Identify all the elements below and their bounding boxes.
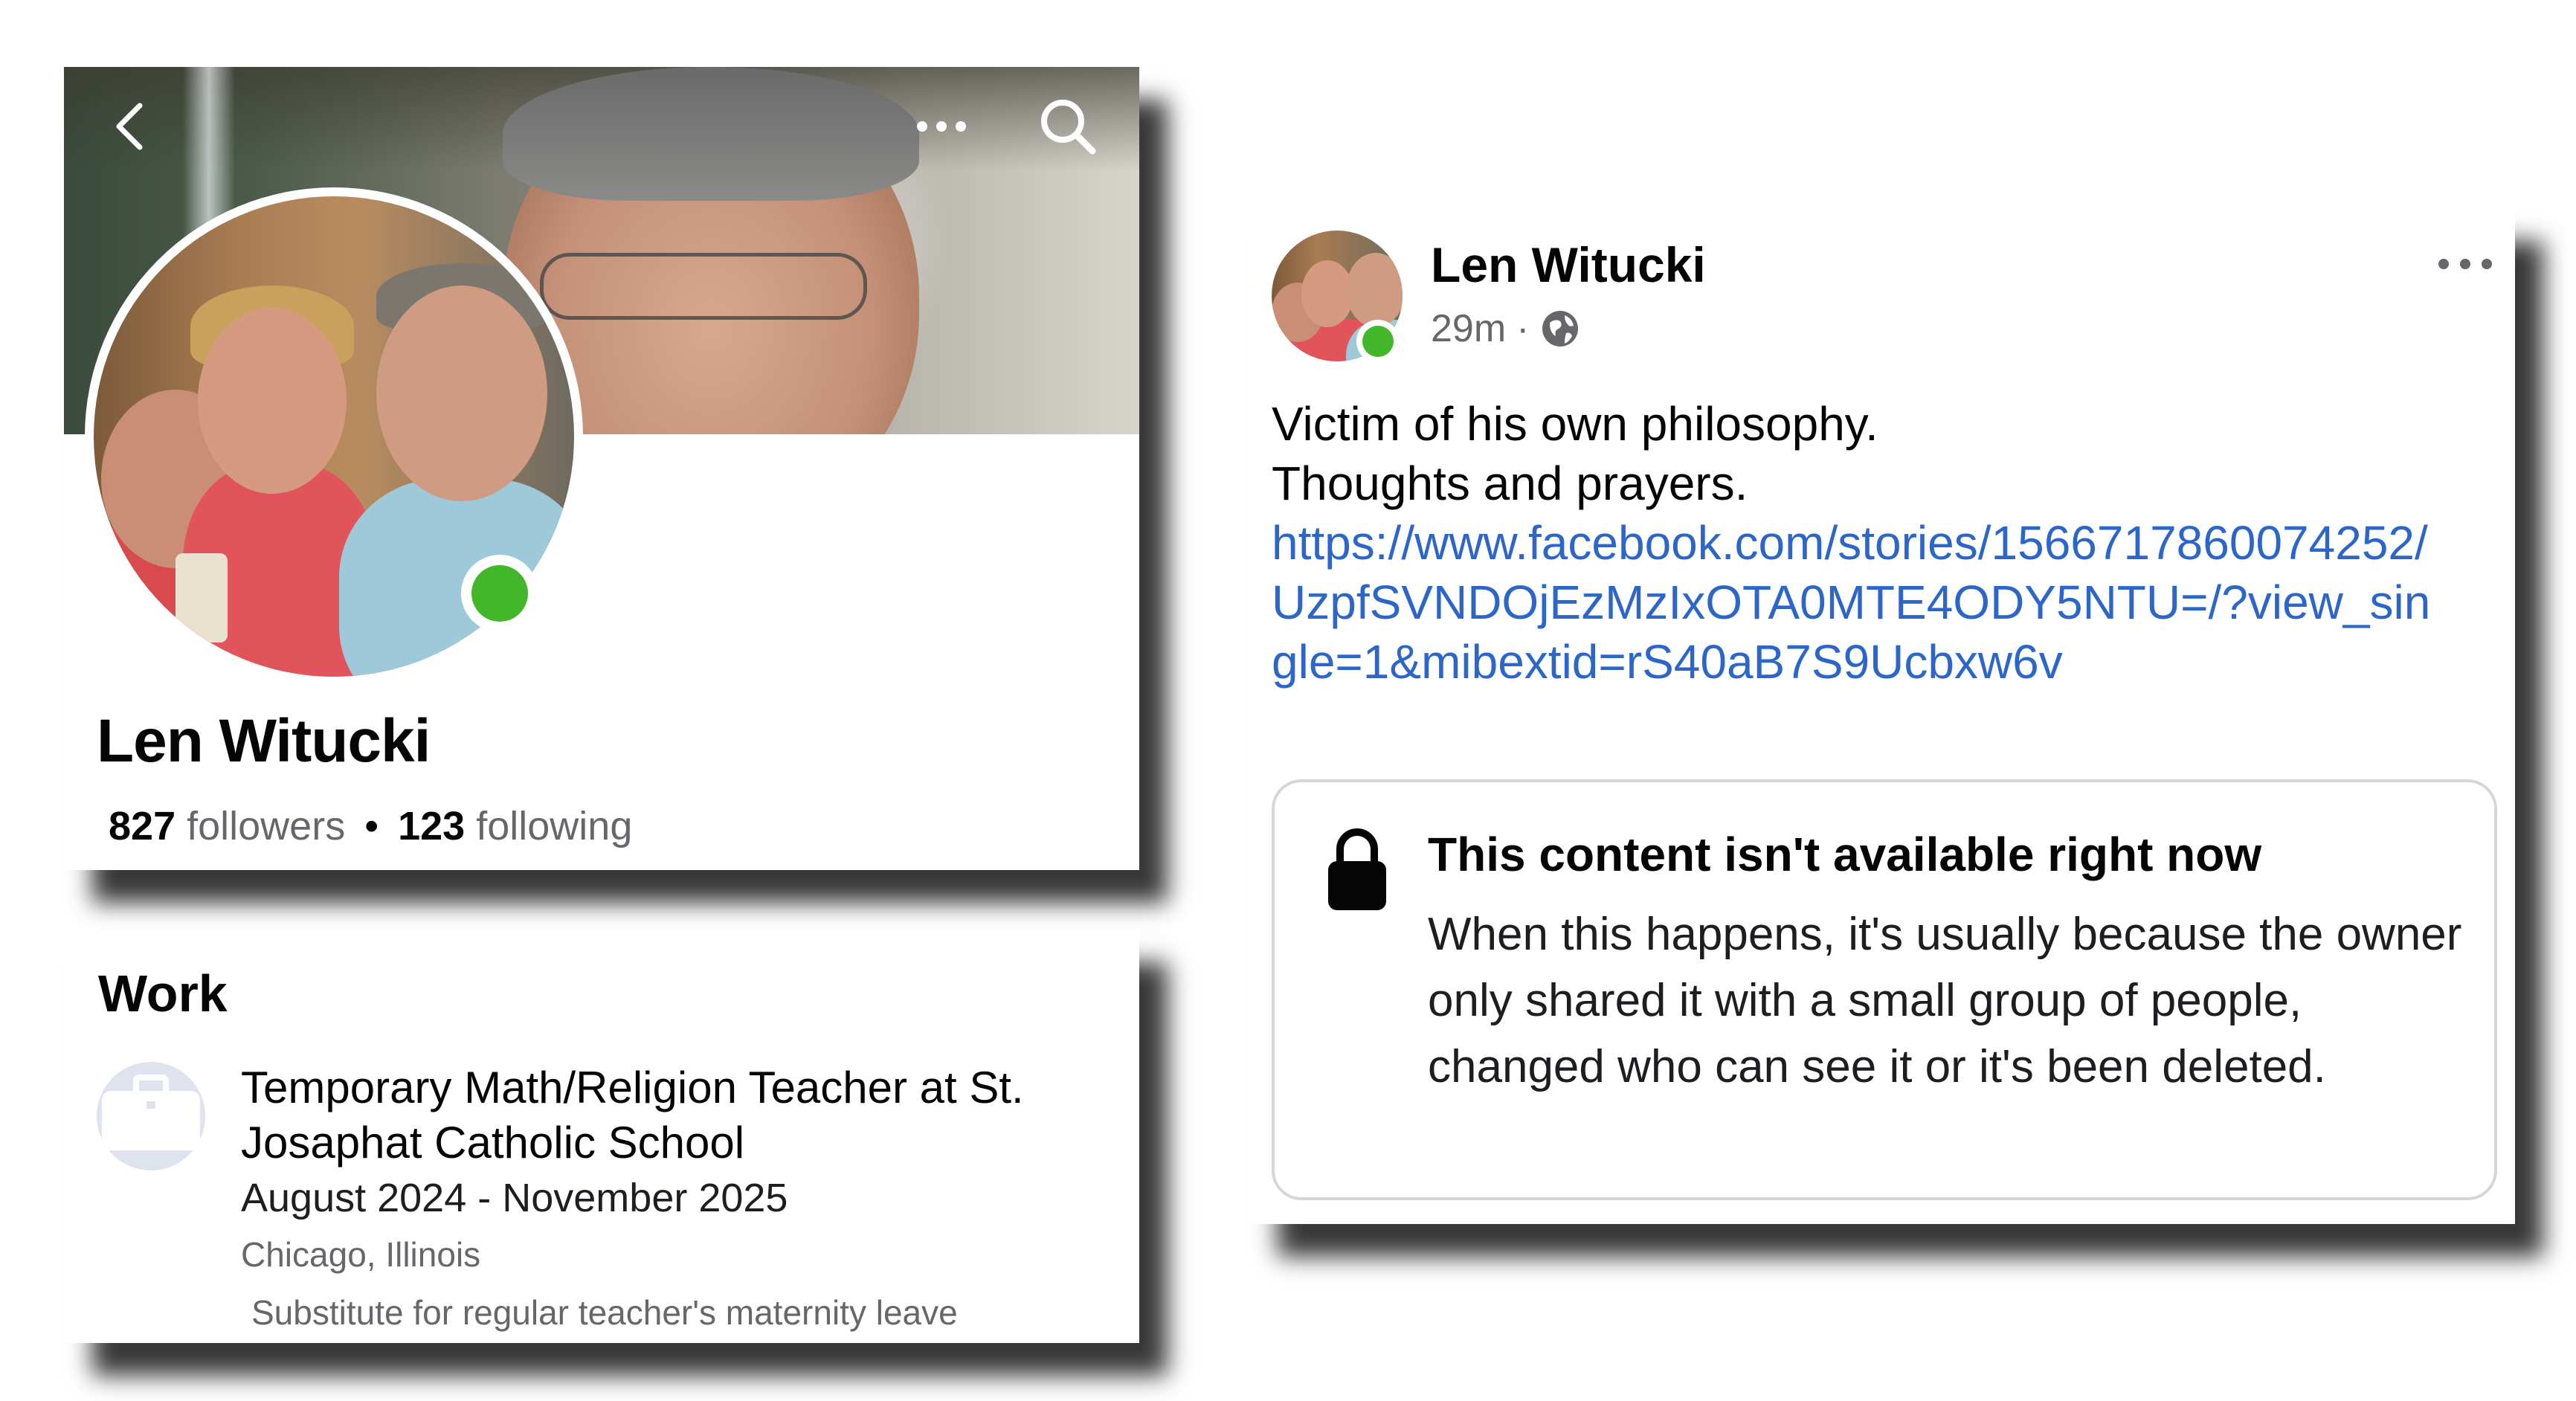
post-options-button[interactable]: [2432, 245, 2499, 283]
back-button[interactable]: [101, 97, 161, 156]
globe-icon: [1542, 311, 1579, 347]
avatar-shape: [198, 308, 347, 494]
search-icon: [1041, 100, 1096, 155]
more-options-button[interactable]: [904, 97, 979, 156]
search-button[interactable]: [1031, 93, 1105, 160]
post-timestamp[interactable]: 29m: [1431, 306, 1506, 351]
post-author-name[interactable]: Len Witucki: [1431, 236, 1706, 293]
avatar-bottle: [176, 553, 228, 642]
work-location: Chicago, Illinois: [241, 1235, 481, 1274]
avatar-shape: [1346, 253, 1403, 327]
work-description: Substitute for regular teacher's materni…: [251, 1293, 958, 1332]
post-text: Victim of his own philosophy. Thoughts a…: [1272, 394, 1878, 513]
notice-title: This content isn't available right now: [1428, 828, 2262, 881]
post-text-line: Victim of his own philosophy.: [1272, 397, 1878, 451]
online-status-indicator: [1356, 320, 1400, 363]
profile-name: Len Witucki: [97, 707, 431, 775]
work-position-title[interactable]: Temporary Math/Religion Teacher at St. J…: [241, 1060, 1118, 1170]
briefcase-icon: [97, 1062, 205, 1170]
lock-icon: [1328, 828, 1386, 910]
back-chevron-icon: [116, 103, 143, 150]
cover-hair: [503, 67, 919, 201]
post-text-line: Thoughts and prayers.: [1272, 457, 1748, 510]
work-dates: August 2024 - November 2025: [241, 1176, 788, 1220]
profile-header-panel: Len Witucki 827 followers • 123 following: [64, 67, 1139, 870]
more-dots-icon: [2438, 259, 2492, 269]
notice-body: When this happens, it's usually because …: [1428, 909, 2462, 1092]
separator-dot: •: [364, 804, 379, 848]
post-card: Len Witucki 29m · Victim of his own phil…: [1249, 208, 2515, 1224]
following-label[interactable]: following: [476, 804, 632, 848]
online-status-indicator: [461, 555, 538, 632]
post-link[interactable]: https://www.facebook.com/stories/1566717…: [1272, 513, 2432, 692]
more-dots-icon: [917, 121, 966, 132]
unavailable-content-card: This content isn't available right now W…: [1272, 779, 2497, 1200]
followers-summary: 827 followers • 123 following: [109, 803, 632, 849]
followers-label[interactable]: followers: [187, 804, 345, 848]
work-heading: Work: [98, 964, 228, 1022]
work-section: Work Temporary Math/Religion Teacher at …: [64, 930, 1139, 1343]
avatar-shape: [376, 286, 547, 501]
avatar-shape: [339, 479, 574, 677]
meta-separator: ·: [1516, 307, 1530, 350]
post-meta: 29m ·: [1431, 306, 1581, 351]
cover-glasses: [540, 253, 867, 320]
following-count[interactable]: 123: [398, 804, 465, 848]
followers-count[interactable]: 827: [109, 804, 176, 848]
